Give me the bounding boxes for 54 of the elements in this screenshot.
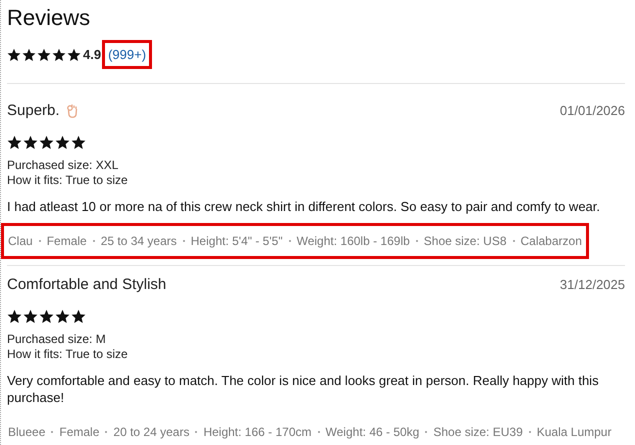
separator-dot xyxy=(528,431,531,433)
separator-dot xyxy=(318,431,320,433)
separator-dot xyxy=(416,240,418,242)
review-date: 31/12/2025 xyxy=(560,277,625,292)
star-icon xyxy=(55,309,70,324)
reviewer-detail: Female xyxy=(46,234,87,248)
reviewer-detail: Kuala Lumpur xyxy=(536,425,612,439)
review-title: Superb. xyxy=(7,102,60,119)
reviewer-detail: Weight: 46 - 50kg xyxy=(326,425,420,439)
star-icon xyxy=(55,135,70,150)
reviewer-detail: Height: 5'4" - 5'5" xyxy=(190,234,283,248)
separator-dot xyxy=(195,431,198,433)
star-icon xyxy=(71,135,86,150)
reviewer-detail: Clau xyxy=(8,234,33,248)
reviewer-detail: Height: 166 - 170cm xyxy=(203,425,312,439)
separator-dot xyxy=(182,240,185,242)
reviewer-detail: Female xyxy=(59,425,100,439)
separator-dot xyxy=(288,240,291,242)
separator-dot xyxy=(51,431,54,433)
star-icon xyxy=(23,135,38,150)
reviewer-detail: Blueee xyxy=(8,425,46,439)
separator-dot xyxy=(38,240,41,242)
star-icon xyxy=(7,48,21,62)
star-icon xyxy=(37,48,51,62)
purchased-size: Purchased size: M xyxy=(7,332,107,347)
star-icon xyxy=(52,48,66,62)
fit-info: How it fits: True to size xyxy=(7,347,129,362)
fit-info: How it fits: True to size xyxy=(7,173,129,188)
star-icon xyxy=(23,309,38,324)
separator-dot xyxy=(425,431,428,433)
star-icon xyxy=(39,135,54,150)
reviewer-detail: Shoe size: US8 xyxy=(424,234,506,248)
reviewer-detail: Weight: 160lb - 169lb xyxy=(296,234,410,248)
star-icon xyxy=(39,309,54,324)
separator-dot xyxy=(512,240,514,242)
reviewer-detail: Calabarzon xyxy=(520,234,582,248)
star-icon xyxy=(71,309,86,324)
star-icon xyxy=(7,135,22,150)
reviewer-detail: 25 to 34 years xyxy=(100,234,177,248)
separator-dot xyxy=(105,431,108,433)
reviewer-detail: 20 to 24 years xyxy=(113,425,190,439)
review-count-link[interactable]: (999+) xyxy=(102,40,152,69)
purchased-size: Purchased size: XXL xyxy=(7,158,120,173)
section-title: Reviews xyxy=(7,4,92,32)
reviewer-detail: Shoe size: EU39 xyxy=(433,425,523,439)
rating-score: 4.9 xyxy=(83,47,102,62)
star-icon xyxy=(7,309,22,324)
review-title: Comfortable and Stylish xyxy=(7,276,166,293)
review-text: Very comfortable and easy to match. The color is nice and looks great in person. Really happy with this purchase! xyxy=(7,372,600,406)
separator-dot xyxy=(92,240,95,242)
star-icon xyxy=(67,48,81,62)
star-icon xyxy=(22,48,36,62)
review-date: 01/01/2026 xyxy=(560,103,625,118)
review-text: I had atleast 10 or more na of this crew neck shirt in different colors. So easy to pair and comfy to wear. xyxy=(7,198,601,215)
